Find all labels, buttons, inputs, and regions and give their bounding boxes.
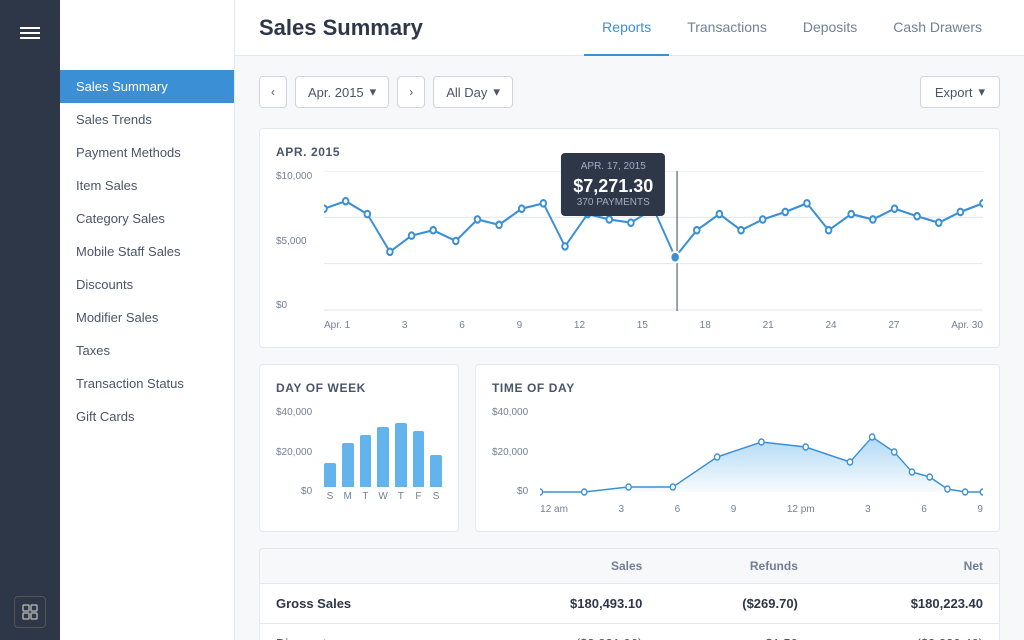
tooltip-date: APR. 17, 2015 — [573, 161, 653, 172]
tod-chart-area: $40,000 $20,000 $0 — [492, 407, 983, 515]
col-header-label — [260, 549, 473, 584]
bar-label-S: S — [324, 491, 336, 502]
dow-y-labels: $40,000 $20,000 $0 — [276, 407, 316, 497]
bar-label-S: S — [430, 491, 442, 502]
header-nav-transactions[interactable]: Transactions — [669, 0, 785, 56]
header: Sales Summary ReportsTransactionsDeposit… — [235, 0, 1024, 56]
sidebar-bottom-icon[interactable] — [14, 596, 46, 628]
header-nav-reports[interactable]: Reports — [584, 0, 669, 56]
nav-panel: Sales SummarySales TrendsPayment Methods… — [60, 0, 235, 640]
bar-T — [360, 435, 372, 487]
nav-item-payment-methods[interactable]: Payment Methods — [60, 136, 234, 169]
table-cell-sales: ($3,831.96) — [473, 624, 658, 640]
bar-x-labels: SMTWTFS — [324, 491, 442, 502]
bar-S — [324, 463, 336, 487]
table-cell-net: ($3,830.46) — [814, 624, 999, 640]
summary-table: Sales Refunds Net Gross Sales$180,493.10… — [260, 549, 999, 640]
bottom-charts: DAY OF WEEK $40,000 $20,000 $0 SMTWTFS T… — [259, 364, 1000, 532]
bar-label-T: T — [360, 491, 372, 502]
tooltip-box: APR. 17, 2015 $7,271.30 370 PAYMENTS — [561, 153, 665, 216]
bar-chart — [324, 407, 442, 487]
time-of-day-card: TIME OF DAY $40,000 $20,000 $0 — [475, 364, 1000, 532]
table-cell-net: $180,223.40 — [814, 584, 999, 624]
tod-title: TIME OF DAY — [492, 381, 983, 395]
page-title: Sales Summary — [259, 15, 423, 41]
main-chart-card: APR. 2015 $10,000 $5,000 $0 APR. 17, 201… — [259, 128, 1000, 348]
export-button[interactable]: Export ▾ — [920, 76, 1000, 108]
nav-item-sales-trends[interactable]: Sales Trends — [60, 103, 234, 136]
y-axis-labels: $10,000 $5,000 $0 — [276, 171, 324, 311]
header-nav-deposits[interactable]: Deposits — [785, 0, 875, 56]
bar-W — [377, 427, 389, 487]
col-header-net: Net — [814, 549, 999, 584]
chart-svg-area: APR. 17, 2015 $7,271.30 370 PAYMENTS — [324, 171, 983, 311]
day-of-week-card: DAY OF WEEK $40,000 $20,000 $0 SMTWTFS — [259, 364, 459, 532]
tooltip-amount: $7,271.30 — [573, 176, 653, 197]
bar-S — [430, 455, 442, 487]
table-header-row: Sales Refunds Net — [260, 549, 999, 584]
col-header-refunds: Refunds — [658, 549, 814, 584]
period-selector[interactable]: Apr. 2015 ▾ — [295, 76, 389, 108]
nav-item-mobile-staff-sales[interactable]: Mobile Staff Sales — [60, 235, 234, 268]
nav-item-item-sales[interactable]: Item Sales — [60, 169, 234, 202]
nav-item-discounts[interactable]: Discounts — [60, 268, 234, 301]
nav-item-modifier-sales[interactable]: Modifier Sales — [60, 301, 234, 334]
bar-F — [413, 431, 425, 487]
tod-x-labels: 12 am 3 6 9 12 pm 3 6 9 — [540, 504, 983, 515]
table-cell-refunds: $1.50 — [658, 624, 814, 640]
bar-M — [342, 443, 354, 487]
table-row: Gross Sales$180,493.10($269.70)$180,223.… — [260, 584, 999, 624]
next-period-button[interactable]: › — [397, 76, 425, 108]
line-chart: $10,000 $5,000 $0 APR. 17, 2015 $7,271.3… — [276, 171, 983, 331]
bar-label-M: M — [342, 491, 354, 502]
toolbar: ‹ Apr. 2015 ▾ › All Day ▾ Export ▾ — [259, 76, 1000, 108]
sidebar — [0, 0, 60, 640]
hamburger-button[interactable] — [12, 16, 48, 50]
x-axis-labels: Apr. 1 3 6 9 12 15 18 21 24 27 Apr. 30 — [324, 320, 983, 331]
bar-label-F: F — [413, 491, 425, 502]
bar-label-W: W — [377, 491, 389, 502]
tod-area-container: 12 am 3 6 9 12 pm 3 6 9 — [540, 407, 983, 515]
nav-item-gift-cards[interactable]: Gift Cards — [60, 400, 234, 433]
dow-title: DAY OF WEEK — [276, 381, 442, 395]
tooltip-payments: 370 PAYMENTS — [573, 197, 653, 208]
nav-item-taxes[interactable]: Taxes — [60, 334, 234, 367]
summary-table-card: Sales Refunds Net Gross Sales$180,493.10… — [259, 548, 1000, 640]
table-cell-label: Gross Sales — [260, 584, 473, 624]
table-cell-refunds: ($269.70) — [658, 584, 814, 624]
bar-T — [395, 423, 407, 487]
tod-svg — [540, 407, 983, 497]
nav-item-sales-summary[interactable]: Sales Summary — [60, 70, 234, 103]
header-nav-cash-drawers[interactable]: Cash Drawers — [875, 0, 1000, 56]
main-area: Sales Summary ReportsTransactionsDeposit… — [235, 0, 1024, 640]
dow-bars: SMTWTFS — [324, 407, 442, 502]
table-cell-sales: $180,493.10 — [473, 584, 658, 624]
content-area: ‹ Apr. 2015 ▾ › All Day ▾ Export ▾ APR. … — [235, 56, 1024, 640]
table-row: Discounts($3,831.96)$1.50($3,830.46) — [260, 624, 999, 640]
dow-chart-area: $40,000 $20,000 $0 SMTWTFS — [276, 407, 442, 502]
bar-label-T: T — [395, 491, 407, 502]
tod-y-labels: $40,000 $20,000 $0 — [492, 407, 532, 497]
nav-item-category-sales[interactable]: Category Sales — [60, 202, 234, 235]
prev-period-button[interactable]: ‹ — [259, 76, 287, 108]
table-cell-label: Discounts — [260, 624, 473, 640]
time-selector[interactable]: All Day ▾ — [433, 76, 513, 108]
nav-item-transaction-status[interactable]: Transaction Status — [60, 367, 234, 400]
col-header-sales: Sales — [473, 549, 658, 584]
header-nav: ReportsTransactionsDepositsCash Drawers — [584, 0, 1000, 56]
